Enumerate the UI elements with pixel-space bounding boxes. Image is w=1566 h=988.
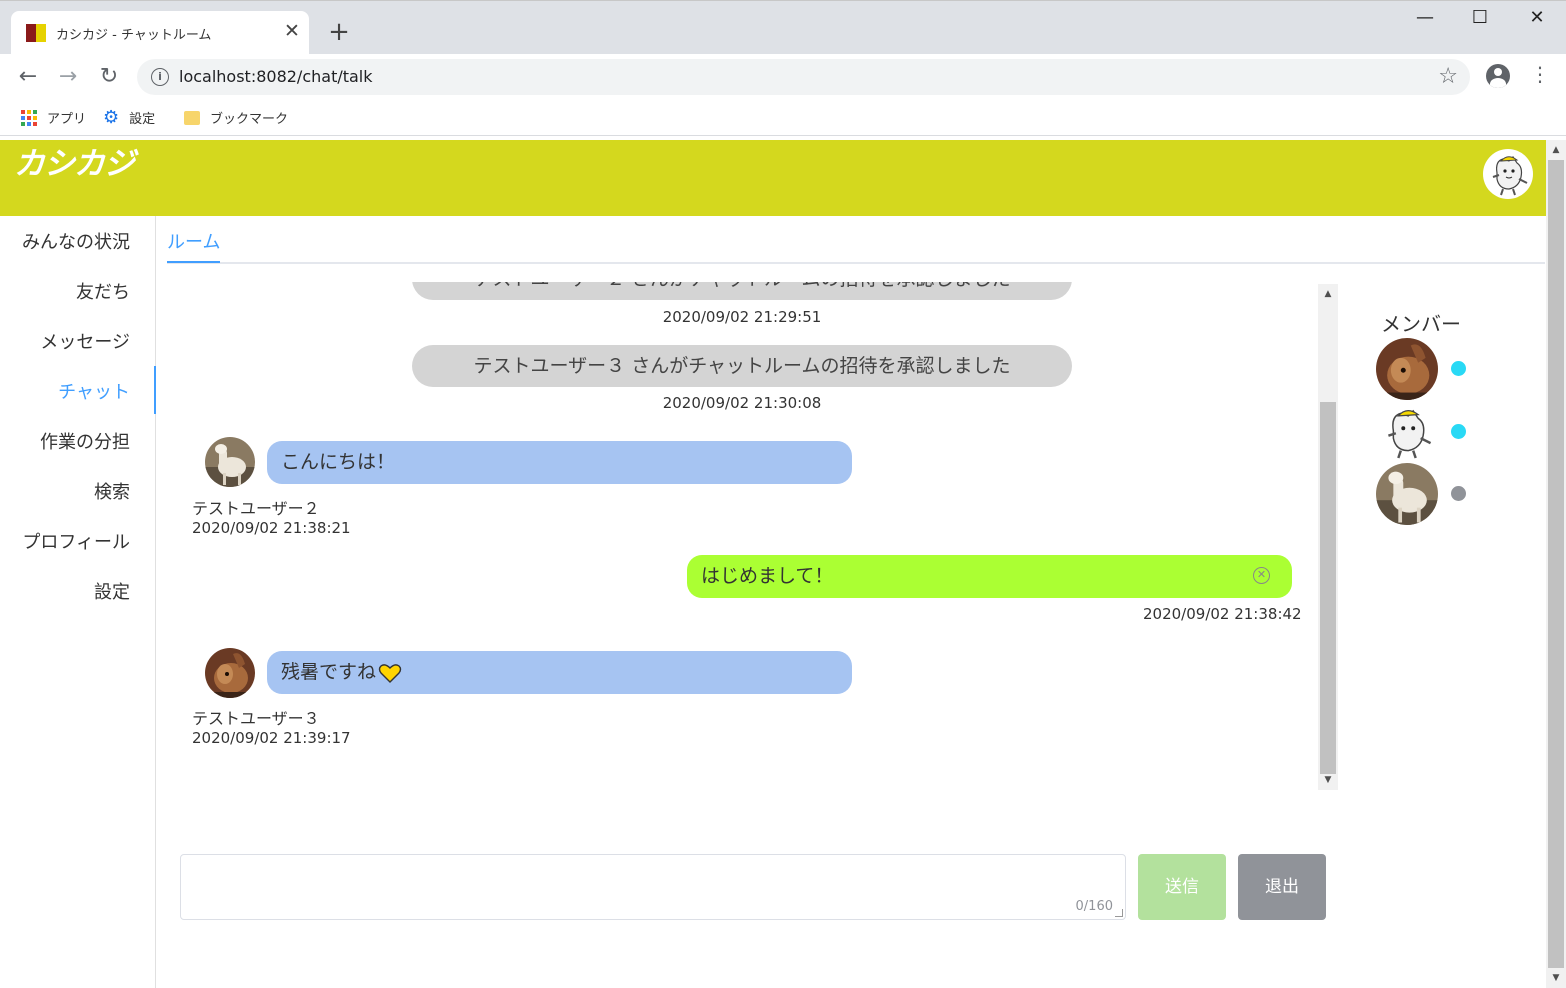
sidebar-item-messages[interactable]: メッセージ bbox=[40, 328, 130, 354]
bookmark-settings[interactable]: ⚙ 設定 bbox=[103, 108, 155, 127]
scroll-down-icon[interactable]: ▼ bbox=[1546, 970, 1566, 986]
member-item[interactable] bbox=[1376, 401, 1476, 463]
sidebar-item-settings[interactable]: 設定 bbox=[94, 578, 130, 604]
bookmarks-bar: アプリ ⚙ 設定 ブックマーク bbox=[0, 100, 1566, 136]
info-icon[interactable]: i bbox=[151, 68, 169, 86]
active-indicator bbox=[154, 366, 156, 414]
online-status-dot bbox=[1451, 424, 1466, 439]
maximize-icon[interactable]: ☐ bbox=[1460, 7, 1500, 28]
browser-toolbar: ← → ↻ i localhost:8082/chat/talk ☆ ⋮ bbox=[0, 54, 1566, 100]
members-title: メンバー bbox=[1381, 312, 1461, 336]
message-bubble-own: はじめまして！ ✕ bbox=[687, 555, 1292, 598]
scrollbar-thumb[interactable] bbox=[1320, 402, 1336, 774]
message-username: テストユーザー３ bbox=[192, 709, 320, 728]
scroll-down-icon[interactable]: ▼ bbox=[1318, 772, 1338, 788]
system-message: テストユーザー２ さんがチャットルームの招待を承認しました bbox=[412, 282, 1072, 300]
sidebar: みんなの状況 友だち メッセージ チャット 作業の分担 検索 プロフィール 設定 bbox=[0, 216, 156, 988]
forward-icon[interactable]: → bbox=[53, 62, 83, 92]
bookmark-star-icon[interactable]: ☆ bbox=[1438, 64, 1458, 89]
tab-title: カシカジ - チャットルーム bbox=[56, 28, 212, 43]
more-menu-icon[interactable]: ⋮ bbox=[1530, 62, 1550, 86]
sidebar-item-chat[interactable]: チャット bbox=[58, 378, 130, 404]
app-header: カシカジ bbox=[0, 140, 1546, 216]
gear-icon: ⚙ bbox=[103, 106, 120, 128]
message-timestamp: 2020/09/02 21:29:51 bbox=[662, 308, 822, 326]
browser-tab[interactable]: カシカジ - チャットルーム ✕ bbox=[11, 11, 309, 55]
system-message: テストユーザー３ さんがチャットルームの招待を承認しました bbox=[412, 345, 1072, 387]
yellow-heart-icon bbox=[378, 663, 402, 683]
close-tab-icon[interactable]: ✕ bbox=[282, 20, 302, 42]
back-icon[interactable]: ← bbox=[13, 62, 43, 92]
chat-scrollbar[interactable]: ▲ ▼ bbox=[1318, 284, 1338, 790]
page-scrollbar[interactable]: ▲ ▼ bbox=[1546, 140, 1566, 988]
main-tabs: ルーム bbox=[167, 216, 1545, 264]
sidebar-item-tasks[interactable]: 作業の分担 bbox=[40, 428, 130, 454]
bookmark-label: アプリ bbox=[47, 112, 87, 127]
url-text[interactable]: localhost:8082/chat/talk bbox=[179, 67, 373, 86]
message-timestamp: 2020/09/02 21:38:42 bbox=[1143, 605, 1302, 623]
sidebar-item-profile[interactable]: プロフィール bbox=[22, 528, 130, 554]
favicon-icon bbox=[26, 24, 46, 42]
bookmark-label: ブックマーク bbox=[210, 112, 289, 127]
apps-grid-icon bbox=[21, 109, 37, 126]
close-window-icon[interactable]: ✕ bbox=[1517, 7, 1557, 28]
message-input[interactable]: 0/160 bbox=[180, 854, 1126, 920]
new-tab-icon[interactable]: + bbox=[326, 17, 352, 47]
app-logo[interactable]: カシカジ bbox=[14, 138, 135, 183]
rabbit-avatar bbox=[1376, 338, 1438, 400]
sidebar-item-status[interactable]: みんなの状況 bbox=[22, 228, 130, 254]
message-bubble: こんにちは！ bbox=[267, 441, 852, 484]
browser-tab-strip: カシカジ - チャットルーム ✕ + — ☐ ✕ bbox=[0, 0, 1566, 55]
char-counter: 0/160 bbox=[1075, 899, 1113, 914]
offline-status-dot bbox=[1451, 486, 1466, 501]
send-button[interactable]: 送信 bbox=[1138, 854, 1226, 920]
resize-handle-icon[interactable] bbox=[1115, 909, 1123, 917]
tab-active-line bbox=[167, 261, 220, 263]
message-timestamp: 2020/09/02 21:30:08 bbox=[662, 394, 822, 412]
delete-message-icon[interactable]: ✕ bbox=[1253, 567, 1270, 584]
message-text: こんにちは！ bbox=[281, 451, 396, 473]
chat-messages: テストユーザー２ さんがチャットルームの招待を承認しました 2020/09/02… bbox=[170, 282, 1338, 790]
message-timestamp: 2020/09/02 21:39:17 bbox=[192, 729, 351, 747]
user-avatar[interactable] bbox=[1483, 149, 1533, 199]
member-item[interactable] bbox=[1376, 463, 1476, 525]
online-status-dot bbox=[1451, 361, 1466, 376]
profile-icon[interactable] bbox=[1486, 64, 1510, 88]
alpaca-avatar[interactable] bbox=[205, 437, 255, 487]
message-bubble: 残暑ですね bbox=[267, 651, 852, 694]
folder-icon bbox=[184, 110, 200, 125]
address-bar[interactable]: i localhost:8082/chat/talk ☆ bbox=[137, 59, 1470, 95]
minimize-icon[interactable]: — bbox=[1405, 7, 1445, 28]
cat-worker-avatar bbox=[1376, 401, 1438, 463]
bookmark-folder[interactable]: ブックマーク bbox=[184, 108, 288, 127]
message-text: はじめまして！ bbox=[701, 565, 834, 587]
tab-room[interactable]: ルーム bbox=[167, 228, 220, 254]
exit-button[interactable]: 退出 bbox=[1238, 854, 1326, 920]
scrollbar-thumb[interactable] bbox=[1548, 160, 1564, 968]
scroll-up-icon[interactable]: ▲ bbox=[1546, 142, 1566, 158]
sidebar-item-friends[interactable]: 友だち bbox=[76, 278, 130, 304]
rabbit-avatar[interactable] bbox=[205, 648, 255, 698]
member-item[interactable] bbox=[1376, 338, 1476, 400]
message-username: テストユーザー２ bbox=[192, 499, 320, 518]
bookmark-apps[interactable]: アプリ bbox=[21, 108, 86, 127]
bookmark-label: 設定 bbox=[129, 112, 156, 127]
message-text: 残暑ですね bbox=[281, 661, 377, 683]
alpaca-avatar bbox=[1376, 463, 1438, 525]
message-timestamp: 2020/09/02 21:38:21 bbox=[192, 519, 351, 537]
sidebar-item-search[interactable]: 検索 bbox=[94, 478, 130, 504]
reload-icon[interactable]: ↻ bbox=[94, 62, 124, 92]
scroll-up-icon[interactable]: ▲ bbox=[1318, 286, 1338, 302]
